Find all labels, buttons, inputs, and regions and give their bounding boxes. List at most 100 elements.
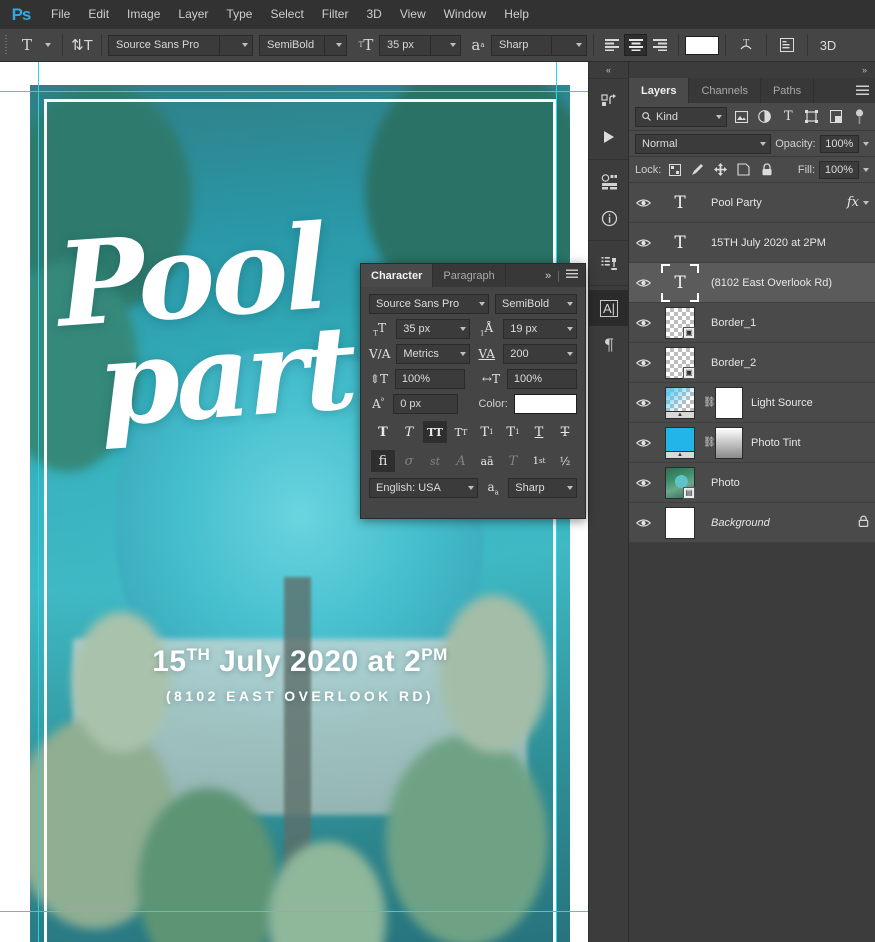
table-row[interactable]: ▤ Photo xyxy=(629,463,875,503)
create-warped-text-icon[interactable]: T xyxy=(732,33,760,57)
layer-name[interactable]: Photo xyxy=(703,477,869,489)
align-left-button[interactable] xyxy=(600,34,623,56)
filter-adjustment-layers-icon[interactable] xyxy=(755,107,775,127)
tab-channels[interactable]: Channels xyxy=(689,78,761,103)
character-antialias-select[interactable]: Sharp xyxy=(508,478,577,498)
menu-layer[interactable]: Layer xyxy=(169,0,217,29)
play-action-icon[interactable] xyxy=(589,119,629,155)
guide-horizontal-top[interactable] xyxy=(0,91,588,92)
layer-mask-thumbnail[interactable] xyxy=(715,386,743,419)
history-panel-icon[interactable] xyxy=(589,245,629,281)
eye-visibility-icon[interactable] xyxy=(629,318,657,328)
guide-vertical-left[interactable] xyxy=(38,62,39,942)
link-mask-icon[interactable]: ⛓ xyxy=(703,397,716,408)
layer-name[interactable]: 15TH July 2020 at 2PM xyxy=(703,237,869,249)
layer-name[interactable]: Border_1 xyxy=(703,317,869,329)
faux-italic-button[interactable]: T xyxy=(397,421,421,443)
paragraph-panel-icon[interactable]: ¶ xyxy=(589,326,629,362)
layer-thumbnail[interactable]: ▲ xyxy=(657,426,703,459)
character-kerning-select[interactable]: Metrics xyxy=(396,344,471,364)
underline-button[interactable]: T xyxy=(527,421,551,443)
fractions-button[interactable]: ½ xyxy=(553,450,577,472)
tab-layers[interactable]: Layers xyxy=(629,78,690,103)
oldstyle-button[interactable]: aā xyxy=(475,450,499,472)
panel-menu-icon[interactable] xyxy=(849,78,875,103)
eye-visibility-icon[interactable] xyxy=(629,358,657,368)
font-style-select[interactable]: SemiBold xyxy=(259,34,347,56)
superscript-button[interactable]: T1 xyxy=(475,421,499,443)
tab-paths[interactable]: Paths xyxy=(760,78,815,103)
menu-window[interactable]: Window xyxy=(435,0,496,29)
titling-alternates-button[interactable]: T xyxy=(501,450,525,472)
subscript-button[interactable]: T1 xyxy=(501,421,525,443)
discretionary-ligatures-button[interactable]: st xyxy=(423,450,447,472)
lock-transparent-pixels-icon[interactable] xyxy=(665,160,684,180)
menu-select[interactable]: Select xyxy=(261,0,312,29)
character-horizontal-scale-field[interactable]: 100% xyxy=(506,369,577,389)
font-size-select[interactable]: 35 px xyxy=(379,34,461,56)
layer-thumbnail[interactable]: ▣ xyxy=(657,346,703,379)
eye-visibility-icon[interactable] xyxy=(629,398,657,408)
anti-aliasing-select[interactable]: Sharp xyxy=(491,34,587,56)
menu-help[interactable]: Help xyxy=(495,0,538,29)
libraries-panel-icon[interactable] xyxy=(589,164,629,200)
layer-thumbnail[interactable]: ▤ xyxy=(657,466,703,499)
layer-thumbnail[interactable]: T xyxy=(657,263,703,302)
table-row[interactable]: T 15TH July 2020 at 2PM xyxy=(629,223,875,263)
eye-visibility-icon[interactable] xyxy=(629,478,657,488)
table-row[interactable]: Background xyxy=(629,503,875,543)
all-caps-button[interactable]: TT xyxy=(423,421,447,443)
swash-button[interactable]: A xyxy=(449,450,473,472)
character-tracking-select[interactable]: 200 xyxy=(503,344,577,364)
character-color-swatch[interactable] xyxy=(513,394,577,414)
ordinals-button[interactable]: 1st xyxy=(527,450,551,472)
text-color-swatch[interactable] xyxy=(685,35,719,55)
layer-name[interactable]: Pool Party xyxy=(703,197,847,209)
table-row[interactable]: ▲ ⛓ Photo Tint xyxy=(629,423,875,463)
adjustments-panel-icon[interactable] xyxy=(589,83,629,119)
layer-thumbnail[interactable]: T xyxy=(657,187,703,219)
eye-visibility-icon[interactable] xyxy=(629,198,657,208)
character-leading-select[interactable]: 19 px xyxy=(503,319,577,339)
eye-visibility-icon[interactable] xyxy=(629,438,657,448)
layer-effects-badge[interactable]: fx xyxy=(847,195,863,210)
collapse-panel-icon[interactable]: » xyxy=(629,62,875,78)
layer-thumbnail[interactable]: ▣ xyxy=(657,306,703,339)
layer-mask-thumbnail[interactable] xyxy=(715,426,743,459)
blend-mode-select[interactable]: Normal xyxy=(635,133,772,154)
lock-all-icon[interactable] xyxy=(757,160,776,180)
effects-chevron-down-icon[interactable] xyxy=(863,200,869,205)
table-row[interactable]: ▣ Border_2 xyxy=(629,343,875,383)
table-row[interactable]: T (8102 East Overlook Rd) xyxy=(629,263,875,303)
lock-image-pixels-icon[interactable] xyxy=(688,160,707,180)
toggle-panels-icon[interactable] xyxy=(773,33,801,57)
align-center-button[interactable] xyxy=(624,34,647,56)
filter-shape-layers-icon[interactable] xyxy=(802,107,822,127)
menu-type[interactable]: Type xyxy=(217,0,261,29)
character-panel-icon[interactable]: A| xyxy=(589,290,629,326)
contextual-alternates-button[interactable]: σ xyxy=(397,450,421,472)
fill-value[interactable]: 100% xyxy=(819,160,859,179)
3d-mode-button[interactable]: 3D xyxy=(814,33,842,57)
eye-visibility-icon[interactable] xyxy=(629,238,657,248)
character-font-style-select[interactable]: SemiBold xyxy=(495,294,577,314)
eye-visibility-icon[interactable] xyxy=(629,278,657,288)
menu-filter[interactable]: Filter xyxy=(313,0,358,29)
font-family-select[interactable]: Source Sans Pro xyxy=(108,34,253,56)
layer-name[interactable]: Background xyxy=(703,517,858,529)
character-vertical-scale-field[interactable]: 100% xyxy=(394,369,465,389)
table-row[interactable]: ▲ ⛓ Light Source xyxy=(629,383,875,423)
small-caps-button[interactable]: TT xyxy=(449,421,473,443)
character-language-select[interactable]: English: USA xyxy=(369,478,479,498)
layer-name[interactable]: (8102 East Overlook Rd) xyxy=(703,277,869,289)
expand-icon[interactable]: » xyxy=(545,270,551,282)
filter-pixel-layers-icon[interactable] xyxy=(731,107,751,127)
menu-view[interactable]: View xyxy=(391,0,435,29)
collapse-panels-icon[interactable]: « xyxy=(589,62,628,78)
layer-thumbnail[interactable] xyxy=(657,506,703,539)
type-tool-icon[interactable]: T xyxy=(14,33,40,57)
strikethrough-button[interactable]: T xyxy=(553,421,577,443)
character-font-size-select[interactable]: 35 px xyxy=(396,319,470,339)
layer-name[interactable]: Photo Tint xyxy=(743,437,869,449)
guide-horizontal-bottom[interactable] xyxy=(0,911,588,912)
